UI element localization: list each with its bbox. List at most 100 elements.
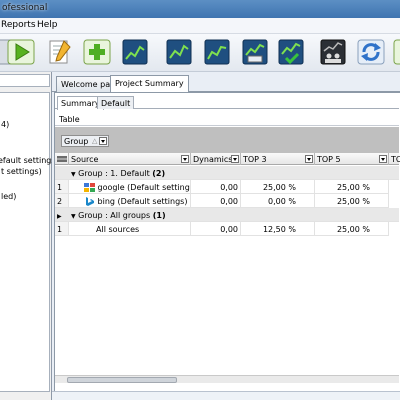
tab-label: Project Summary [115,79,184,88]
column-header-label: TOP 5 [317,155,341,164]
group-column-button[interactable]: Group △ [61,135,109,147]
google-icon [84,183,95,192]
sort-ascending-icon: △ [92,137,98,145]
chart-icon [122,39,148,65]
window-title: ofessional [2,3,48,13]
table-row[interactable]: 1 All sources 0,00 12,50 % 25,00 % [55,222,399,236]
column-header-top5[interactable]: TOP 5 [315,153,389,165]
table-header: Source Dynamics TOP 3 TOP 5 TO [55,153,400,165]
chevron-down-icon[interactable] [99,137,107,145]
column-header-top3[interactable]: TOP 3 [241,153,315,165]
group-expander[interactable]: ▶ [55,208,69,222]
refresh-icon [357,39,385,65]
group-row[interactable]: ▶ ▼ Group : All groups (1) [55,208,399,222]
source-cell: All sources [69,222,191,236]
triangle-icon: ▼ [71,213,76,220]
tree-item[interactable]: efault settings) [0,156,59,165]
group-label: ▼ Group : All groups (1) [69,208,399,222]
group-title: Group : 1. Default [78,169,150,178]
table-row[interactable]: 2 bing (Default settings) 0,00 0,00 % 25… [55,194,399,208]
main-area: Welcome page Project Summary Summary Def… [52,72,400,400]
edit-document-icon [49,40,71,64]
column-header-source[interactable]: Source [69,153,191,165]
group-count: (2) [152,169,166,178]
group-button-label: Group [64,137,89,146]
chart-button-3[interactable] [202,37,232,67]
group-label: ▼ Group : 1. Default (2) [69,166,399,180]
add-icon [83,39,111,65]
project-tree-panel: 4) efault settings) t settings) led) [0,72,59,400]
check-chart-button[interactable] [276,37,306,67]
project-summary-content: Summary Default Table Group △ Source Dyn… [54,92,400,398]
tree-item[interactable]: led) [1,192,16,201]
window-titlebar: ofessional [0,0,400,18]
group-expander[interactable] [55,166,69,180]
scrollbar-thumb[interactable] [67,377,177,383]
toolbar [0,34,400,72]
source-name: bing (Default settings) [97,197,188,206]
top5-cell: 25,00 % [315,194,389,208]
source-cell: google (Default settings) [69,180,191,194]
row-number: 2 [55,194,69,208]
top3-cell: 25,00 % [241,180,315,194]
subtab-label: Default [101,99,131,108]
chart-button-1[interactable] [120,37,150,67]
project-filter-field[interactable] [0,74,50,87]
menubar: Reports Help [0,18,400,34]
menu-reports[interactable]: Reports [1,20,36,30]
report-chart-button[interactable] [240,37,270,67]
row-selector-header[interactable] [55,153,69,165]
column-header-label: Source [71,155,99,164]
source-cell: bing (Default settings) [69,194,191,208]
top5-cell: 25,00 % [315,222,389,236]
tree-item[interactable]: t settings) [1,167,42,176]
summary-table: Source Dynamics TOP 3 TOP 5 TO ▼ Group:… [55,153,400,373]
chart-icon [204,39,230,65]
dynamics-cell: 0,00 [191,222,241,236]
menu-help[interactable]: Help [37,20,58,30]
chevron-down-icon[interactable] [181,155,189,163]
group-row[interactable]: ▼ Group : 1. Default (2) [55,166,399,180]
status-bar [52,391,400,400]
column-header-label: TOP 3 [243,155,267,164]
play-icon [7,39,35,65]
toolbar-button-overflow[interactable] [392,37,400,67]
row-number: 1 [55,180,69,194]
chevron-down-icon[interactable] [231,155,239,163]
users-chart-button[interactable] [318,37,348,67]
section-label-text: Table [59,115,80,124]
run-button[interactable] [6,37,36,67]
subtab-label: Summary [61,99,100,108]
column-header-label: Dynamics [193,155,233,164]
column-header-label: TO [391,155,400,164]
edit-button[interactable] [44,37,74,67]
column-header-top10[interactable]: TO [389,153,400,165]
column-header-dynamics[interactable]: Dynamics [191,153,241,165]
add-button[interactable] [82,37,112,67]
current-row-indicator-icon: ▶ [57,213,62,220]
tab-project-summary[interactable]: Project Summary [110,75,189,92]
source-name: All sources [96,225,140,234]
group-by-panel: Group △ [55,127,399,153]
chevron-down-icon[interactable] [379,155,387,163]
horizontal-scrollbar[interactable] [55,375,399,383]
tree-item[interactable]: 4) [1,120,9,129]
chart-check-icon [278,39,304,65]
refresh-button[interactable] [356,37,386,67]
subtab-default[interactable]: Default [97,96,135,109]
grid-icon [57,156,67,162]
top5-cell: 25,00 % [315,180,389,194]
chart-button-2[interactable] [164,37,194,67]
table-row[interactable]: 1 google (Default settings) 0,00 25,00 %… [55,180,399,194]
chevron-down-icon[interactable] [305,155,313,163]
top3-cell: 12,50 % [241,222,315,236]
document-tabs: Welcome page Project Summary [52,74,400,92]
row-number: 1 [55,222,69,236]
chart-users-icon [320,39,346,65]
project-tree[interactable]: 4) efault settings) t settings) led) [0,92,59,392]
group-count: (1) [152,211,166,220]
summary-subtabs: Summary Default [55,95,399,110]
chart-icon-partial [393,39,400,65]
dynamics-cell: 0,00 [191,194,241,208]
source-name: google (Default settings) [97,183,191,192]
